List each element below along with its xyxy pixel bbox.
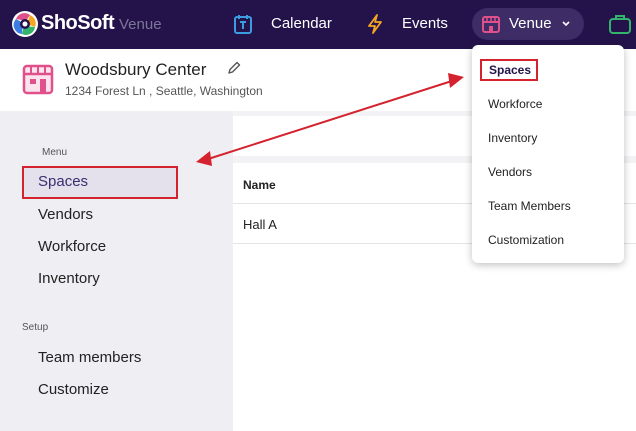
nav-calendar[interactable]: Calendar [271, 15, 332, 32]
dropdown-item-team-members[interactable]: Team Members [488, 199, 571, 213]
nav-venue-label: Venue [509, 15, 552, 32]
dropdown-item-workforce[interactable]: Workforce [488, 97, 542, 111]
calendar-icon[interactable] [233, 13, 253, 35]
sidebar-item-team-members[interactable]: Team members [22, 343, 178, 373]
sidebar-item-inventory[interactable]: Inventory [22, 264, 178, 294]
sidebar-item-workforce[interactable]: Workforce [22, 232, 178, 262]
sidebar-item-customize[interactable]: Customize [22, 375, 178, 405]
nav-venue-button[interactable]: Venue [472, 8, 584, 40]
venue-name: Woodsbury Center [65, 60, 207, 79]
brand-subtitle: Venue [119, 16, 162, 33]
venue-logo-icon [22, 64, 54, 95]
nav-events[interactable]: Events [402, 15, 448, 32]
dropdown-item-inventory[interactable]: Inventory [488, 131, 537, 145]
dropdown-item-spaces[interactable]: Spaces [480, 59, 538, 81]
lightning-icon[interactable] [365, 13, 385, 35]
briefcase-icon[interactable] [608, 13, 632, 35]
brand-name[interactable]: ShoSoft [41, 12, 115, 35]
sidebar-menu-title: Menu [42, 147, 68, 158]
venue-store-icon [482, 16, 500, 33]
venue-dropdown-menu: Spaces Workforce Inventory Vendors Team … [472, 45, 624, 263]
shosoft-logo-icon[interactable] [10, 9, 40, 39]
pencil-edit-icon[interactable] [226, 60, 242, 76]
sidebar-setup-title: Setup [22, 322, 49, 333]
top-navigation-bar: ShoSoft Venue Calendar Events Venue [0, 0, 636, 49]
chevron-down-icon [562, 21, 570, 27]
table-row[interactable]: Hall A [243, 217, 277, 232]
sidebar-item-vendors[interactable]: Vendors [22, 200, 178, 230]
dropdown-item-vendors[interactable]: Vendors [488, 165, 532, 179]
dropdown-item-customization[interactable]: Customization [488, 233, 564, 247]
sidebar-item-spaces[interactable]: Spaces [22, 166, 178, 199]
sidebar: Menu Spaces Vendors Workforce Inventory … [0, 111, 233, 431]
column-header-name[interactable]: Name [243, 178, 276, 192]
venue-address: 1234 Forest Ln , Seattle, Washington [65, 84, 263, 98]
